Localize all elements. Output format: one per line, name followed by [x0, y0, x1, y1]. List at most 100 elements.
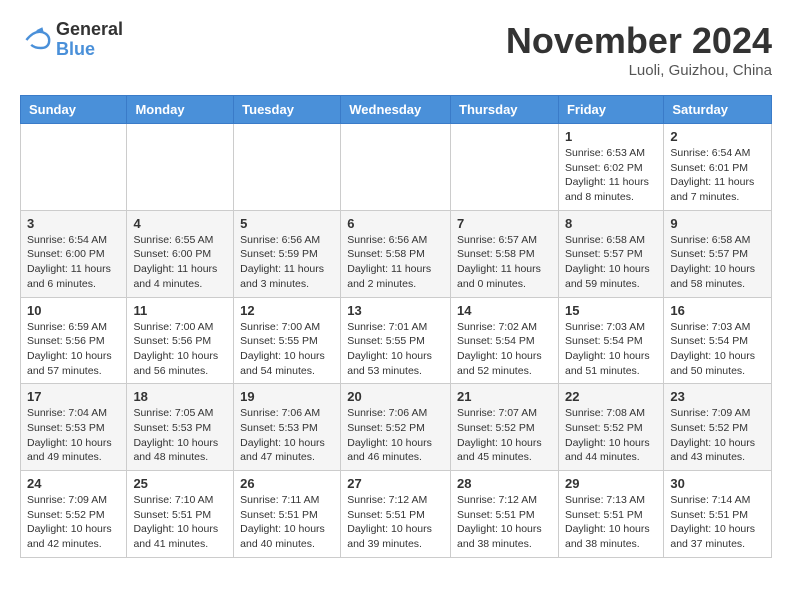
day-info: Sunrise: 6:55 AM Sunset: 6:00 PM Dayligh…: [133, 233, 227, 292]
day-number: 8: [565, 216, 657, 231]
calendar-cell: 25Sunrise: 7:10 AM Sunset: 5:51 PM Dayli…: [127, 471, 234, 558]
day-info: Sunrise: 6:58 AM Sunset: 5:57 PM Dayligh…: [670, 233, 765, 292]
day-number: 11: [133, 303, 227, 318]
weekday-header: Thursday: [451, 96, 559, 124]
calendar-cell: 21Sunrise: 7:07 AM Sunset: 5:52 PM Dayli…: [451, 384, 559, 471]
calendar-cell: 29 Sunrise: 7:13 AM Sunset: 5:51 PM Dayli…: [558, 471, 663, 558]
weekday-header: Monday: [127, 96, 234, 124]
logo-line1: General: [56, 20, 123, 40]
day-info: Sunrise: 7:14 AM Sunset: 5:51 PM Dayligh…: [670, 493, 765, 552]
logo-icon: [20, 24, 52, 56]
calendar-cell: 28 Sunrise: 7:12 AM Sunset: 5:51 PM Dayli…: [451, 471, 559, 558]
calendar-cell: 15 Sunrise: 7:03 AM Sunset: 5:54 PM Dayli…: [558, 297, 663, 384]
day-info: Sunrise: 7:03 AM Sunset: 5:54 PM Dayligh…: [670, 320, 765, 379]
calendar-cell: 30 Sunrise: 7:14 AM Sunset: 5:51 PM Dayli…: [664, 471, 772, 558]
calendar-cell: 18 Sunrise: 7:05 AM Sunset: 5:53 PM Dayli…: [127, 384, 234, 471]
calendar-week-row: 17 Sunrise: 7:04 AM Sunset: 5:53 PM Dayli…: [21, 384, 772, 471]
calendar-cell: 27 Sunrise: 7:12 AM Sunset: 5:51 PM Dayli…: [341, 471, 451, 558]
day-info: Sunrise: 7:07 AM Sunset: 5:52 PM Dayligh…: [457, 406, 552, 465]
calendar-cell: 24 Sunrise: 7:09 AM Sunset: 5:52 PM Dayli…: [21, 471, 127, 558]
calendar-cell: 3 Sunrise: 6:54 AM Sunset: 6:00 PM Daylig…: [21, 210, 127, 297]
day-info: Sunrise: 7:06 AM Sunset: 5:53 PM Dayligh…: [240, 406, 334, 465]
day-number: 17: [27, 389, 120, 404]
day-info: Sunrise: 7:08 AM Sunset: 5:52 PM Dayligh…: [565, 406, 657, 465]
day-number: 24: [27, 476, 120, 491]
calendar-week-row: 24 Sunrise: 7:09 AM Sunset: 5:52 PM Dayli…: [21, 471, 772, 558]
day-info: Sunrise: 6:56 AM Sunset: 5:59 PM Dayligh…: [240, 233, 334, 292]
calendar-cell: [21, 124, 127, 211]
calendar-cell: 26 Sunrise: 7:11 AM Sunset: 5:51 PM Dayli…: [234, 471, 341, 558]
day-info: Sunrise: 6:58 AM Sunset: 5:57 PM Dayligh…: [565, 233, 657, 292]
day-info: Sunrise: 7:09 AM Sunset: 5:52 PM Dayligh…: [27, 493, 120, 552]
calendar-week-row: 1Sunrise: 6:53 AM Sunset: 6:02 PM Daylig…: [21, 124, 772, 211]
day-number: 20: [347, 389, 444, 404]
weekday-header: Wednesday: [341, 96, 451, 124]
page-header: General Blue November 2024 Luoli, Guizho…: [20, 20, 772, 79]
day-info: Sunrise: 6:53 AM Sunset: 6:02 PM Dayligh…: [565, 146, 657, 205]
day-info: Sunrise: 7:12 AM Sunset: 5:51 PM Dayligh…: [457, 493, 552, 552]
day-number: 2: [670, 129, 765, 144]
calendar-cell: 14 Sunrise: 7:02 AM Sunset: 5:54 PM Dayli…: [451, 297, 559, 384]
day-number: 30: [670, 476, 765, 491]
day-number: 14: [457, 303, 552, 318]
calendar-cell: 5Sunrise: 6:56 AM Sunset: 5:59 PM Daylig…: [234, 210, 341, 297]
calendar-cell: 23Sunrise: 7:09 AM Sunset: 5:52 PM Dayli…: [664, 384, 772, 471]
calendar-cell: [234, 124, 341, 211]
day-info: Sunrise: 7:01 AM Sunset: 5:55 PM Dayligh…: [347, 320, 444, 379]
day-number: 27: [347, 476, 444, 491]
weekday-header-row: SundayMondayTuesdayWednesdayThursdayFrid…: [21, 96, 772, 124]
day-info: Sunrise: 7:06 AM Sunset: 5:52 PM Dayligh…: [347, 406, 444, 465]
day-number: 23: [670, 389, 765, 404]
calendar-cell: 9 Sunrise: 6:58 AM Sunset: 5:57 PM Daylig…: [664, 210, 772, 297]
day-number: 29: [565, 476, 657, 491]
day-number: 28: [457, 476, 552, 491]
calendar-cell: [127, 124, 234, 211]
day-info: Sunrise: 7:03 AM Sunset: 5:54 PM Dayligh…: [565, 320, 657, 379]
calendar-cell: [341, 124, 451, 211]
calendar-week-row: 3 Sunrise: 6:54 AM Sunset: 6:00 PM Daylig…: [21, 210, 772, 297]
day-info: Sunrise: 7:11 AM Sunset: 5:51 PM Dayligh…: [240, 493, 334, 552]
day-number: 16: [670, 303, 765, 318]
calendar-cell: 1Sunrise: 6:53 AM Sunset: 6:02 PM Daylig…: [558, 124, 663, 211]
calendar-cell: 11Sunrise: 7:00 AM Sunset: 5:56 PM Dayli…: [127, 297, 234, 384]
day-number: 19: [240, 389, 334, 404]
day-number: 26: [240, 476, 334, 491]
calendar-cell: 2 Sunrise: 6:54 AM Sunset: 6:01 PM Daylig…: [664, 124, 772, 211]
day-number: 9: [670, 216, 765, 231]
calendar-cell: 8 Sunrise: 6:58 AM Sunset: 5:57 PM Daylig…: [558, 210, 663, 297]
calendar-cell: 7Sunrise: 6:57 AM Sunset: 5:58 PM Daylig…: [451, 210, 559, 297]
calendar-cell: [451, 124, 559, 211]
day-info: Sunrise: 7:04 AM Sunset: 5:53 PM Dayligh…: [27, 406, 120, 465]
day-number: 12: [240, 303, 334, 318]
weekday-header: Saturday: [664, 96, 772, 124]
month-title: November 2024: [506, 20, 772, 62]
day-info: Sunrise: 6:54 AM Sunset: 6:01 PM Dayligh…: [670, 146, 765, 205]
calendar-cell: 13Sunrise: 7:01 AM Sunset: 5:55 PM Dayli…: [341, 297, 451, 384]
title-block: November 2024 Luoli, Guizhou, China: [506, 20, 772, 79]
calendar-cell: 10Sunrise: 6:59 AM Sunset: 5:56 PM Dayli…: [21, 297, 127, 384]
day-info: Sunrise: 7:13 AM Sunset: 5:51 PM Dayligh…: [565, 493, 657, 552]
day-number: 3: [27, 216, 120, 231]
day-info: Sunrise: 7:02 AM Sunset: 5:54 PM Dayligh…: [457, 320, 552, 379]
weekday-header: Friday: [558, 96, 663, 124]
day-info: Sunrise: 7:12 AM Sunset: 5:51 PM Dayligh…: [347, 493, 444, 552]
day-info: Sunrise: 7:05 AM Sunset: 5:53 PM Dayligh…: [133, 406, 227, 465]
calendar-table: SundayMondayTuesdayWednesdayThursdayFrid…: [20, 95, 772, 558]
day-number: 10: [27, 303, 120, 318]
calendar-cell: 6Sunrise: 6:56 AM Sunset: 5:58 PM Daylig…: [341, 210, 451, 297]
logo-line2: Blue: [56, 40, 123, 60]
day-info: Sunrise: 6:54 AM Sunset: 6:00 PM Dayligh…: [27, 233, 120, 292]
weekday-header: Tuesday: [234, 96, 341, 124]
day-number: 18: [133, 389, 227, 404]
calendar-cell: 16 Sunrise: 7:03 AM Sunset: 5:54 PM Dayli…: [664, 297, 772, 384]
day-info: Sunrise: 7:10 AM Sunset: 5:51 PM Dayligh…: [133, 493, 227, 552]
calendar-week-row: 10Sunrise: 6:59 AM Sunset: 5:56 PM Dayli…: [21, 297, 772, 384]
day-number: 15: [565, 303, 657, 318]
day-info: Sunrise: 7:00 AM Sunset: 5:55 PM Dayligh…: [240, 320, 334, 379]
day-number: 7: [457, 216, 552, 231]
calendar-cell: 20 Sunrise: 7:06 AM Sunset: 5:52 PM Dayli…: [341, 384, 451, 471]
day-info: Sunrise: 6:56 AM Sunset: 5:58 PM Dayligh…: [347, 233, 444, 292]
calendar-cell: 19 Sunrise: 7:06 AM Sunset: 5:53 PM Dayli…: [234, 384, 341, 471]
calendar-cell: 17 Sunrise: 7:04 AM Sunset: 5:53 PM Dayli…: [21, 384, 127, 471]
location: Luoli, Guizhou, China: [506, 62, 772, 79]
